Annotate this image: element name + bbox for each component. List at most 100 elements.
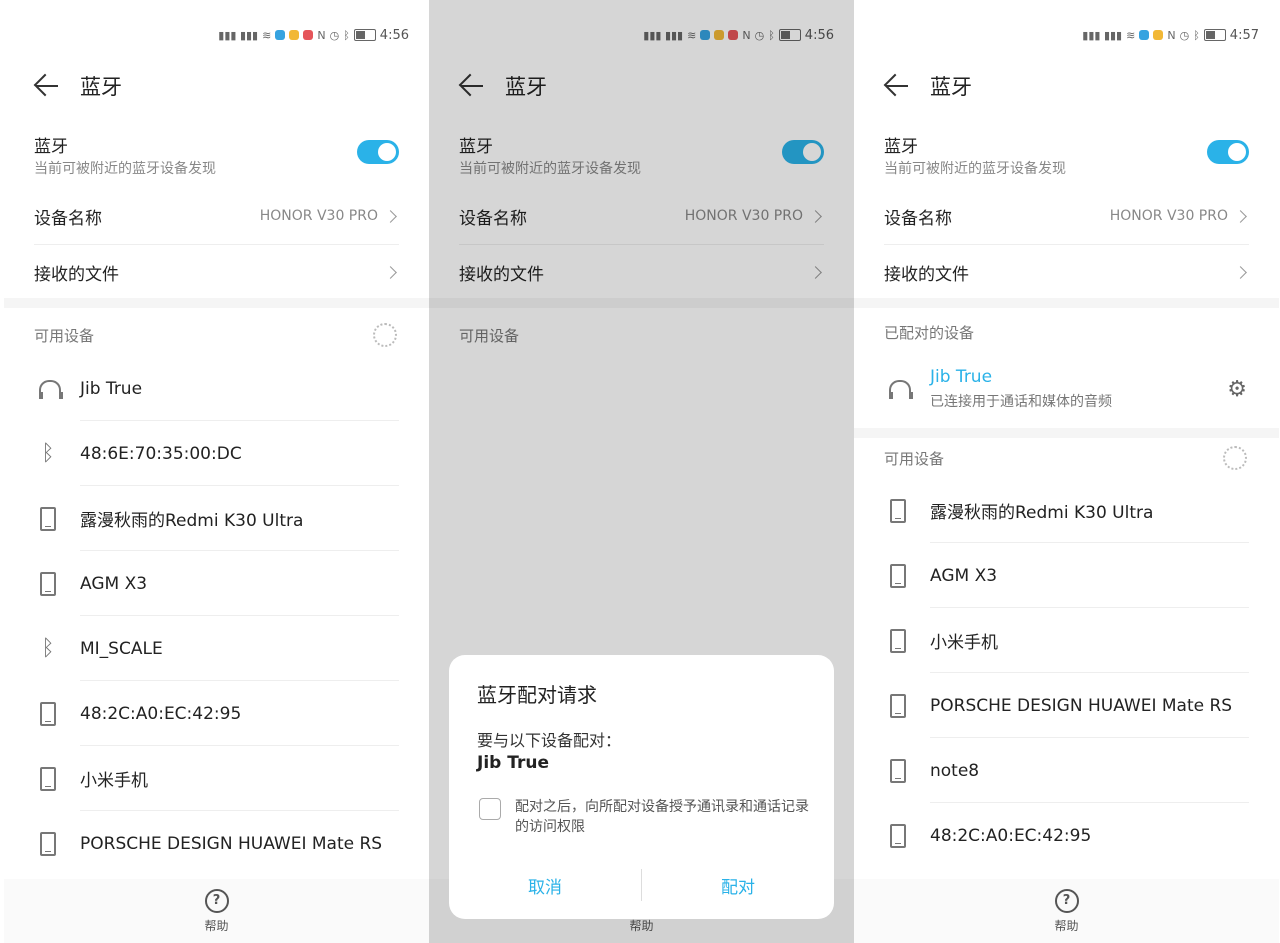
gear-icon[interactable]: ⚙ (1227, 377, 1247, 402)
screen-1: ▮▮▮ ▮▮▮ ≋ N ◷ ᛒ 4:56 蓝牙 蓝牙 当前可被附近的蓝牙设备发现… (4, 0, 429, 943)
phone-icon (890, 628, 906, 653)
device-item[interactable]: Jib True (34, 356, 399, 421)
pair-button[interactable]: 配对 (642, 865, 834, 905)
headset-icon (37, 378, 63, 400)
wifi-icon: ≋ (262, 28, 272, 42)
loading-spinner-icon (1223, 446, 1247, 470)
paired-device-name: Jib True (930, 367, 993, 387)
dialog-title: 蓝牙配对请求 (477, 683, 597, 707)
phone-icon (890, 823, 906, 848)
paired-device-status: 已连接用于通话和媒体的音频 (930, 394, 1112, 410)
bluetooth-toggle-row[interactable]: 蓝牙 当前可被附近的蓝牙设备发现 (884, 128, 1249, 188)
page-title: 蓝牙 (80, 75, 122, 99)
bluetooth-label: 蓝牙 (884, 137, 918, 157)
back-arrow-icon[interactable] (882, 71, 912, 101)
app-icon (303, 30, 314, 40)
paired-devices-header: 已配对的设备 (884, 312, 1249, 352)
app-icon (1139, 30, 1150, 40)
contacts-permission-checkbox[interactable] (479, 798, 501, 820)
available-devices-label: 可用设备 (884, 449, 945, 468)
bluetooth-icon: ᛒ (343, 28, 350, 42)
phone-icon (890, 498, 906, 523)
top-bar: 蓝牙 (854, 62, 1279, 110)
help-button[interactable]: ? 帮助 (4, 879, 429, 943)
device-name-label: 设备名称 (884, 208, 952, 229)
device-item[interactable]: 露漫秋雨的Redmi K30 Ultra (884, 478, 1249, 543)
phone-icon (890, 758, 906, 783)
device-name-row[interactable]: 设备名称 HONOR V30 PRO (884, 188, 1249, 245)
device-item[interactable]: PORSCHE DESIGN HUAWEI Mate RS (34, 811, 399, 876)
help-button[interactable]: ? 帮助 (854, 879, 1279, 943)
status-bar: ▮▮▮ ▮▮▮ ≋ N ◷ ᛒ 4:56 (218, 20, 409, 50)
bluetooth-icon: ᛒ (41, 441, 55, 466)
page-title: 蓝牙 (930, 75, 972, 99)
device-item[interactable]: note8 (884, 738, 1249, 803)
phone-icon (890, 563, 906, 588)
phone-icon (890, 693, 906, 718)
screen-3: ▮▮▮ ▮▮▮ ≋ N ◷ ᛒ 4:57 蓝牙 蓝牙 当前可被附近的蓝牙设备发现… (854, 0, 1279, 943)
available-devices-header: 可用设备 (34, 315, 399, 355)
paired-device-item[interactable]: Jib True 已连接用于通话和媒体的音频 ⚙ (884, 355, 1249, 423)
help-icon: ? (204, 888, 229, 913)
device-item[interactable]: AGM X3 (884, 543, 1249, 608)
section-divider (854, 428, 1279, 438)
bluetooth-subtitle: 当前可被附近的蓝牙设备发现 (884, 161, 1066, 177)
device-item-name: AGM X3 (80, 573, 148, 594)
device-name-value: HONOR V30 PRO (259, 208, 378, 224)
phone-icon (40, 766, 56, 791)
app-icon (1153, 30, 1164, 40)
device-name-label: 设备名称 (34, 208, 102, 229)
nfc-icon: N (317, 28, 326, 42)
device-item[interactable]: ᛒ 48:6E:70:35:00:DC (34, 421, 399, 486)
section-divider (854, 298, 1279, 308)
available-devices-header: 可用设备 (884, 438, 1249, 478)
chevron-right-icon (1234, 265, 1247, 279)
phone-icon (40, 506, 56, 531)
battery-icon (1203, 29, 1226, 41)
bluetooth-label: 蓝牙 (34, 137, 68, 157)
cancel-button[interactable]: 取消 (449, 865, 641, 905)
device-item-name: Jib True (80, 378, 143, 399)
signal-icon: ▮▮▮ ▮▮▮ (1082, 28, 1123, 42)
top-bar: 蓝牙 (4, 62, 429, 110)
device-item-name: 48:6E:70:35:00:DC (80, 443, 242, 464)
bluetooth-icon: ᛒ (1193, 28, 1200, 42)
device-item[interactable]: 小米手机 (34, 746, 399, 811)
bluetooth-switch[interactable] (357, 140, 399, 164)
received-files-row[interactable]: 接收的文件 (34, 244, 399, 300)
device-item[interactable]: 48:2C:A0:EC:42:95 (34, 681, 399, 746)
phone-icon (40, 571, 56, 596)
phone-icon (40, 831, 56, 856)
device-item-name: MI_SCALE (80, 638, 163, 659)
received-files-label: 接收的文件 (884, 264, 969, 285)
alarm-icon: ◷ (1179, 28, 1190, 42)
device-item[interactable]: PORSCHE DESIGN HUAWEI Mate RS (884, 673, 1249, 738)
device-item-name: 小米手机 (80, 771, 148, 791)
bluetooth-toggle-row[interactable]: 蓝牙 当前可被附近的蓝牙设备发现 (34, 128, 399, 188)
screen-2: ▮▮▮ ▮▮▮ ≋ N ◷ ᛒ 4:56 蓝牙 蓝牙 当前可被附近的蓝牙设备发现… (429, 0, 854, 943)
device-item[interactable]: 小米手机 (884, 608, 1249, 673)
device-name-row[interactable]: 设备名称 HONOR V30 PRO (34, 188, 399, 245)
device-item[interactable]: AGM X3 (34, 551, 399, 616)
signal-icon: ▮▮▮ ▮▮▮ (218, 28, 259, 42)
chevron-right-icon (384, 209, 397, 223)
device-item[interactable]: ᛒ MI_SCALE (34, 616, 399, 681)
chevron-right-icon (384, 265, 397, 279)
device-item-name: 小米手机 (930, 633, 998, 653)
device-item-name: PORSCHE DESIGN HUAWEI Mate RS (80, 833, 383, 854)
app-icon (275, 30, 286, 40)
device-item-name: 48:2C:A0:EC:42:95 (930, 825, 1092, 846)
help-icon: ? (1054, 888, 1079, 913)
bluetooth-subtitle: 当前可被附近的蓝牙设备发现 (34, 161, 216, 177)
pairing-dialog: 蓝牙配对请求 要与以下设备配对： Jib True 配对之后，向所配对设备授予通… (449, 655, 834, 919)
help-label: 帮助 (1054, 918, 1079, 933)
loading-spinner-icon (373, 323, 397, 347)
device-item-name: note8 (930, 760, 980, 781)
device-item[interactable]: 48:2C:A0:EC:42:95 (884, 803, 1249, 868)
nfc-icon: N (1167, 28, 1176, 42)
dialog-buttons: 取消 配对 (449, 865, 834, 905)
bluetooth-switch[interactable] (1207, 140, 1249, 164)
device-item[interactable]: 露漫秋雨的Redmi K30 Ultra (34, 486, 399, 551)
received-files-row[interactable]: 接收的文件 (884, 244, 1249, 300)
back-arrow-icon[interactable] (32, 71, 62, 101)
